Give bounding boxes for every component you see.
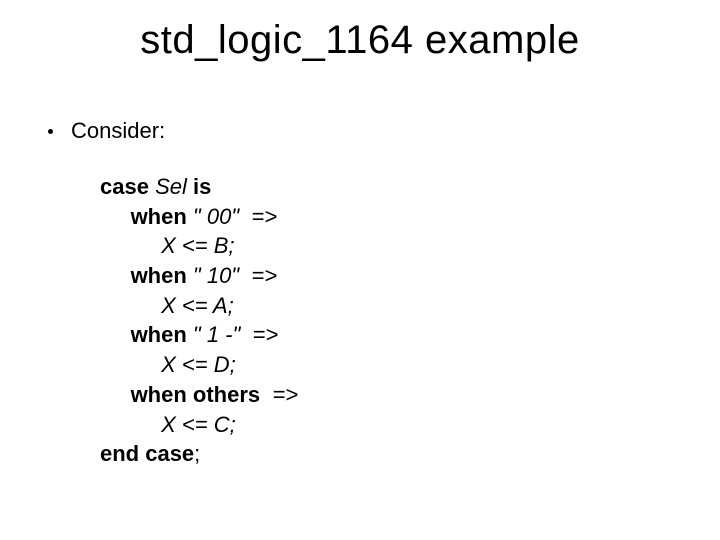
bullet-dot-icon	[48, 129, 53, 134]
slide: std_logic_1164 example Consider: case Se…	[0, 0, 720, 540]
indent	[100, 204, 131, 229]
code-line: end case;	[100, 439, 298, 469]
code-literal: " 00"	[187, 204, 245, 229]
code-stmt: X <= C;	[161, 412, 236, 437]
kw-end-case: end case	[100, 441, 194, 466]
indent	[100, 293, 161, 318]
code-line: when " 00" =>	[100, 202, 298, 232]
page-title: std_logic_1164 example	[0, 18, 720, 63]
indent	[100, 352, 161, 377]
code-block: case Sel is when " 00" => X <= B; when "…	[100, 172, 298, 469]
indent	[100, 322, 131, 347]
kw-when: when	[131, 322, 187, 347]
kw-when-others: when others	[131, 382, 267, 407]
code-line: X <= D;	[100, 350, 298, 380]
code-line: X <= A;	[100, 291, 298, 321]
indent	[100, 263, 131, 288]
code-line: X <= C;	[100, 410, 298, 440]
code-line: when " 1 -" =>	[100, 320, 298, 350]
code-arrow: =>	[266, 382, 298, 407]
code-arrow: =>	[246, 322, 278, 347]
code-stmt: X <= B;	[161, 233, 234, 258]
indent	[100, 233, 161, 258]
kw-when: when	[131, 204, 187, 229]
indent	[100, 412, 161, 437]
code-line: when " 10" =>	[100, 261, 298, 291]
bullet-text: Consider:	[71, 118, 165, 144]
code-line: X <= B;	[100, 231, 298, 261]
kw-when: when	[131, 263, 187, 288]
code-arrow: =>	[245, 204, 277, 229]
indent	[100, 382, 131, 407]
code-stmt: X <= A;	[161, 293, 234, 318]
code-stmt: X <= D;	[161, 352, 236, 377]
code-literal: " 10"	[187, 263, 245, 288]
code-line: case Sel is	[100, 172, 298, 202]
code-ident: Sel	[149, 174, 193, 199]
bullet-item: Consider:	[48, 118, 165, 144]
kw-case: case	[100, 174, 149, 199]
code-literal: " 1 -"	[187, 322, 247, 347]
kw-is: is	[193, 174, 211, 199]
code-semi: ;	[194, 441, 200, 466]
code-arrow: =>	[245, 263, 277, 288]
code-line: when others =>	[100, 380, 298, 410]
